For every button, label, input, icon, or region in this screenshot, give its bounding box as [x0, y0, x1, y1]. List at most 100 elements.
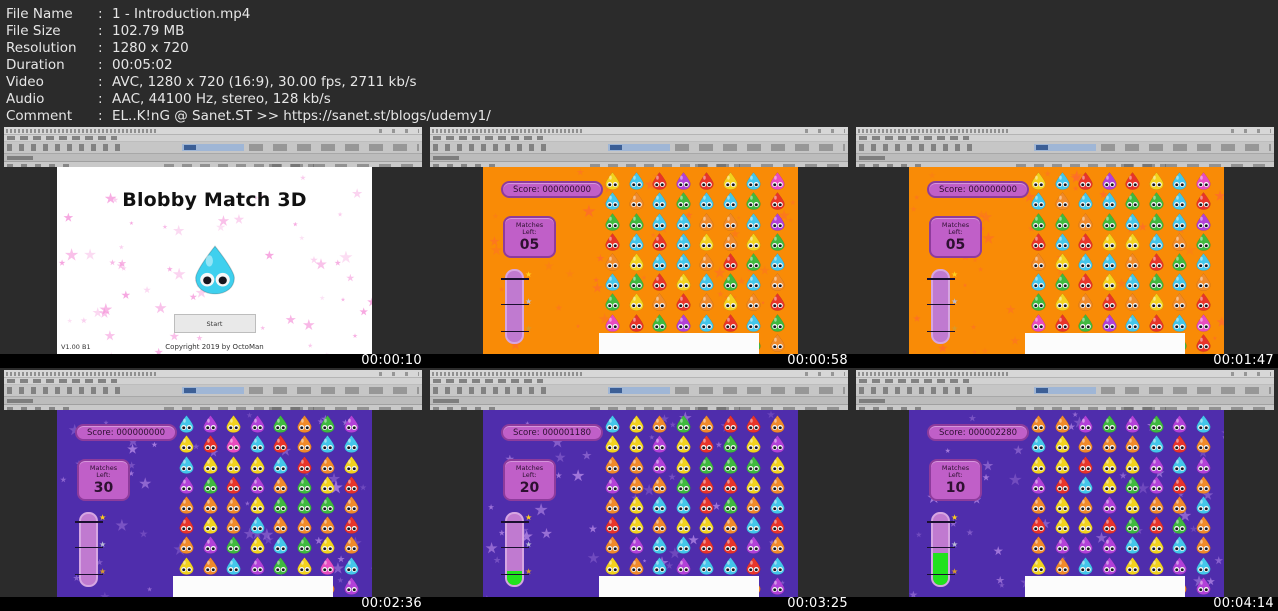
blob-tile[interactable]: [1192, 232, 1216, 252]
blob-tile[interactable]: [695, 454, 719, 474]
blob-tile[interactable]: [1121, 414, 1145, 434]
blob-tile[interactable]: [742, 211, 766, 231]
blob-tile[interactable]: [719, 272, 743, 292]
blob-tile[interactable]: [648, 475, 672, 495]
toolbar-right-controls[interactable]: [675, 387, 845, 394]
blob-tile[interactable]: [1145, 556, 1169, 576]
blob-tile[interactable]: [1192, 171, 1216, 191]
blob-tile[interactable]: [648, 232, 672, 252]
blob-tile[interactable]: [1098, 313, 1122, 333]
blob-tile[interactable]: [1051, 191, 1075, 211]
blob-tile[interactable]: [1027, 535, 1051, 555]
blob-tile[interactable]: [1074, 292, 1098, 312]
blob-tile[interactable]: [1027, 556, 1051, 576]
blob-tile[interactable]: [1051, 211, 1075, 231]
blob-tile[interactable]: [1027, 475, 1051, 495]
blob-tile[interactable]: [316, 495, 340, 515]
toolbar-right-controls[interactable]: [1101, 144, 1271, 151]
blob-tile[interactable]: [1145, 171, 1169, 191]
blob-tile[interactable]: [1051, 535, 1075, 555]
blob-tile[interactable]: [648, 535, 672, 555]
blob-tile[interactable]: [293, 556, 317, 576]
video-thumbnail[interactable]: Score: 000001180 Matches Left: 20 ★ ★ ★ 00:03:2…: [426, 368, 852, 611]
blob-tile[interactable]: [1051, 313, 1075, 333]
blob-tile[interactable]: [293, 414, 317, 434]
blob-tile[interactable]: [1192, 333, 1216, 353]
blob-tile[interactable]: [1168, 232, 1192, 252]
blob-tile[interactable]: [1192, 475, 1216, 495]
blob-tile[interactable]: [1074, 414, 1098, 434]
blob-tile[interactable]: [625, 313, 649, 333]
blob-tile[interactable]: [1098, 252, 1122, 272]
blob-tile[interactable]: [1168, 454, 1192, 474]
blob-tile[interactable]: [742, 414, 766, 434]
blob-tile[interactable]: [1027, 454, 1051, 474]
blob-tile[interactable]: [1121, 535, 1145, 555]
blob-tile[interactable]: [648, 171, 672, 191]
blob-tile[interactable]: [672, 475, 696, 495]
blob-tile[interactable]: [648, 292, 672, 312]
blob-tile[interactable]: [1074, 535, 1098, 555]
blob-tile[interactable]: [293, 434, 317, 454]
blob-tile[interactable]: [672, 171, 696, 191]
window-controls[interactable]: [1231, 128, 1271, 133]
blob-tile[interactable]: [742, 454, 766, 474]
blob-tile[interactable]: [1051, 272, 1075, 292]
blob-tile[interactable]: [222, 515, 246, 535]
blob-tile[interactable]: [1192, 495, 1216, 515]
blob-tile[interactable]: [1168, 211, 1192, 231]
blob-tile[interactable]: [222, 434, 246, 454]
blob-tile[interactable]: [222, 495, 246, 515]
window-controls[interactable]: [379, 128, 419, 133]
blob-game-board[interactable]: [175, 414, 363, 596]
blob-tile[interactable]: [1074, 191, 1098, 211]
blob-tile[interactable]: [648, 414, 672, 434]
toolbar-right-controls[interactable]: [249, 387, 419, 394]
blob-tile[interactable]: [766, 313, 790, 333]
blob-tile[interactable]: [625, 434, 649, 454]
unity-toolbar[interactable]: [4, 142, 422, 154]
video-thumbnail[interactable]: Score: 000000000 Matches Left: 05 ★ ★ ★ 00:00:5…: [426, 125, 852, 368]
blob-tile[interactable]: [1145, 515, 1169, 535]
blob-tile[interactable]: [766, 292, 790, 312]
blob-tile[interactable]: [742, 515, 766, 535]
blob-tile[interactable]: [1051, 252, 1075, 272]
blob-tile[interactable]: [1121, 211, 1145, 231]
blob-tile[interactable]: [695, 211, 719, 231]
blob-tile[interactable]: [1098, 272, 1122, 292]
blob-tile[interactable]: [1074, 272, 1098, 292]
blob-tile[interactable]: [1192, 434, 1216, 454]
window-controls[interactable]: [379, 371, 419, 376]
blob-tile[interactable]: [766, 272, 790, 292]
blob-tile[interactable]: [199, 414, 223, 434]
transform-tools[interactable]: [7, 387, 122, 394]
blob-tile[interactable]: [1168, 272, 1192, 292]
blob-tile[interactable]: [1051, 292, 1075, 312]
play-pause-step-controls[interactable]: [182, 387, 244, 394]
blob-tile[interactable]: [719, 313, 743, 333]
blob-tile[interactable]: [625, 292, 649, 312]
blob-tile[interactable]: [1121, 313, 1145, 333]
play-pause-step-controls[interactable]: [608, 387, 670, 394]
blob-tile[interactable]: [1027, 252, 1051, 272]
blob-tile[interactable]: [1168, 434, 1192, 454]
blob-tile[interactable]: [1051, 232, 1075, 252]
blob-tile[interactable]: [316, 475, 340, 495]
blob-tile[interactable]: [269, 434, 293, 454]
blob-tile[interactable]: [766, 454, 790, 474]
blob-tile[interactable]: [695, 272, 719, 292]
blob-tile[interactable]: [1168, 171, 1192, 191]
blob-tile[interactable]: [222, 414, 246, 434]
blob-tile[interactable]: [695, 535, 719, 555]
window-controls[interactable]: [805, 128, 845, 133]
blob-tile[interactable]: [316, 515, 340, 535]
unity-toolbar[interactable]: [856, 385, 1274, 397]
blob-tile[interactable]: [293, 454, 317, 474]
blob-tile[interactable]: [742, 292, 766, 312]
blob-tile[interactable]: [175, 454, 199, 474]
blob-tile[interactable]: [293, 475, 317, 495]
blob-tile[interactable]: [695, 515, 719, 535]
unity-game-view[interactable]: Score: 000000000 Matches Left: 05 ★ ★ ★: [483, 167, 798, 354]
blob-tile[interactable]: [601, 211, 625, 231]
unity-game-tab[interactable]: [4, 154, 422, 162]
